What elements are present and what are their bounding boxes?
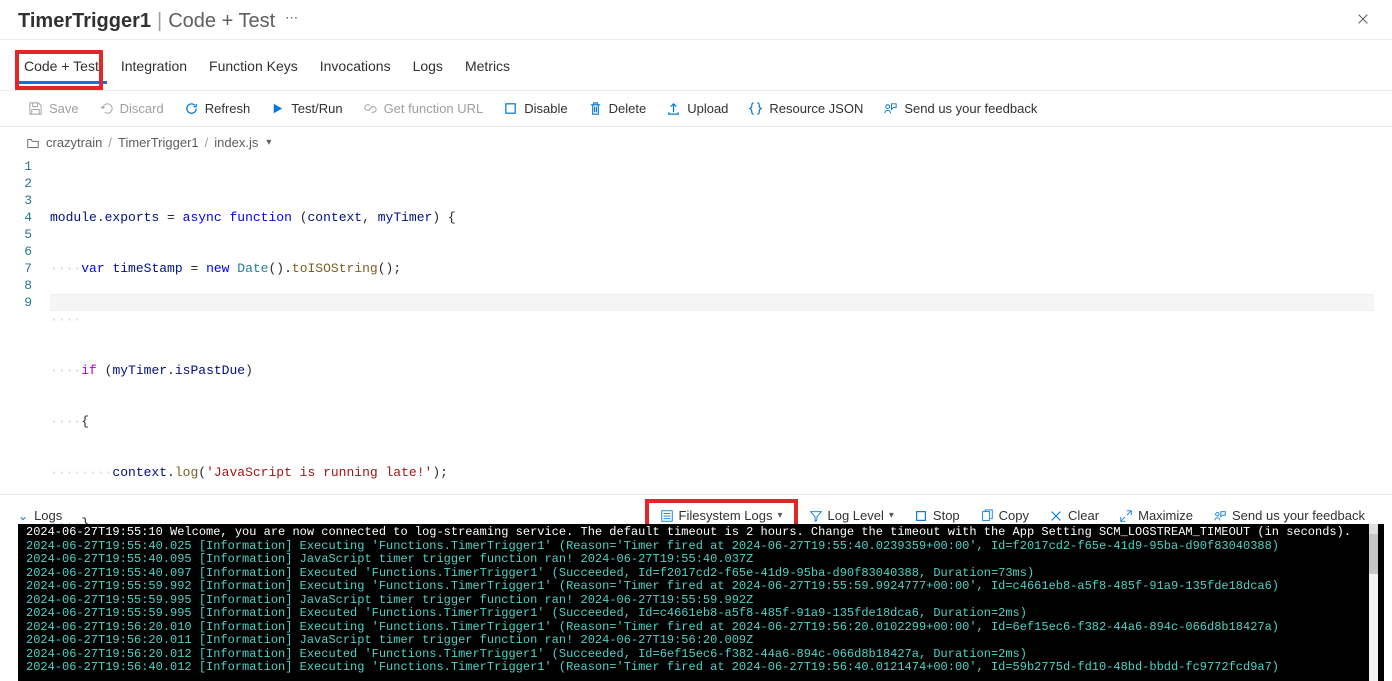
console-scrollbar[interactable] xyxy=(1369,524,1378,681)
trash-icon xyxy=(588,101,603,116)
breadcrumb-file[interactable]: index.js xyxy=(214,135,258,150)
log-console[interactable]: 2024-06-27T19:55:10 Welcome, you are now… xyxy=(18,524,1384,681)
blade-header: TimerTrigger1 | Code + Test ⋯ xyxy=(0,0,1392,40)
file-breadcrumb: crazytrain / TimerTrigger1 / index.js ▾ xyxy=(0,127,1392,158)
tab-logs[interactable]: Logs xyxy=(403,50,453,84)
chevron-down-icon[interactable]: ▾ xyxy=(266,137,271,148)
header-separator: | xyxy=(157,10,162,33)
save-icon xyxy=(28,101,43,116)
get-function-url-button[interactable]: Get function URL xyxy=(353,97,494,120)
disable-button[interactable]: Disable xyxy=(493,97,577,120)
toolbar: Save Discard Refresh Test/Run Get functi… xyxy=(0,90,1392,127)
stop-icon xyxy=(914,509,928,523)
resource-json-button[interactable]: Resource JSON xyxy=(738,97,873,120)
breadcrumb-app[interactable]: crazytrain xyxy=(46,135,102,150)
scrollbar-thumb[interactable] xyxy=(1369,534,1378,574)
chevron-down-icon: ▾ xyxy=(777,510,782,521)
overflow-menu-icon[interactable]: ⋯ xyxy=(285,10,300,26)
chevron-down-icon: ▾ xyxy=(889,510,894,521)
folder-icon xyxy=(26,136,40,150)
test-run-button[interactable]: Test/Run xyxy=(260,97,352,120)
log-line: 2024-06-27T19:55:40.097 [Information] Ex… xyxy=(26,567,1376,581)
log-line: 2024-06-27T19:55:59.995 [Information] Ex… xyxy=(26,607,1376,621)
discard-button[interactable]: Discard xyxy=(89,97,174,120)
clear-icon xyxy=(1049,509,1063,523)
tab-integration[interactable]: Integration xyxy=(111,50,197,84)
log-line: 2024-06-27T19:56:20.010 [Information] Ex… xyxy=(26,621,1376,635)
log-line: 2024-06-27T19:55:59.995 [Information] Ja… xyxy=(26,594,1376,608)
log-line: 2024-06-27T19:55:10 Welcome, you are now… xyxy=(26,526,1376,540)
stop-square-icon xyxy=(503,101,518,116)
log-line: 2024-06-27T19:56:40.012 [Information] Ex… xyxy=(26,661,1376,675)
save-button[interactable]: Save xyxy=(18,97,89,120)
tab-function-keys[interactable]: Function Keys xyxy=(199,50,308,84)
breadcrumb-function[interactable]: TimerTrigger1 xyxy=(118,135,199,150)
log-line: 2024-06-27T19:56:20.012 [Information] Ex… xyxy=(26,648,1376,662)
upload-button[interactable]: Upload xyxy=(656,97,738,120)
copy-icon xyxy=(980,509,994,523)
delete-button[interactable]: Delete xyxy=(578,97,657,120)
list-icon xyxy=(660,509,674,523)
tab-code-test[interactable]: Code + Test xyxy=(14,50,109,84)
scrollbar-up[interactable] xyxy=(1369,524,1378,534)
header-section: Code + Test xyxy=(168,10,275,33)
chevron-down-icon: ⌄ xyxy=(18,509,28,523)
upload-icon xyxy=(666,101,681,116)
log-line: 2024-06-27T19:55:40.025 [Information] Ex… xyxy=(26,540,1376,554)
close-icon[interactable] xyxy=(1352,8,1374,35)
link-icon xyxy=(363,101,378,116)
function-name: TimerTrigger1 xyxy=(18,10,151,33)
log-line: 2024-06-27T19:55:59.992 [Information] Ex… xyxy=(26,580,1376,594)
nav-tabs: Code + Test Integration Function Keys In… xyxy=(0,50,1392,84)
feedback-button[interactable]: Send us your feedback xyxy=(873,97,1047,120)
play-icon xyxy=(270,101,285,116)
maximize-icon xyxy=(1119,509,1133,523)
log-line: 2024-06-27T19:56:20.011 [Information] Ja… xyxy=(26,634,1376,648)
braces-icon xyxy=(748,101,763,116)
logs-toggle[interactable]: ⌄ Logs xyxy=(18,508,62,523)
refresh-button[interactable]: Refresh xyxy=(174,97,261,120)
person-feedback-icon xyxy=(1213,509,1227,523)
tab-invocations[interactable]: Invocations xyxy=(310,50,401,84)
person-feedback-icon xyxy=(883,101,898,116)
refresh-icon xyxy=(184,101,199,116)
tab-metrics[interactable]: Metrics xyxy=(455,50,520,84)
log-line: 2024-06-27T19:55:40.095 [Information] Ja… xyxy=(26,553,1376,567)
undo-icon xyxy=(99,101,114,116)
filter-icon xyxy=(809,509,823,523)
